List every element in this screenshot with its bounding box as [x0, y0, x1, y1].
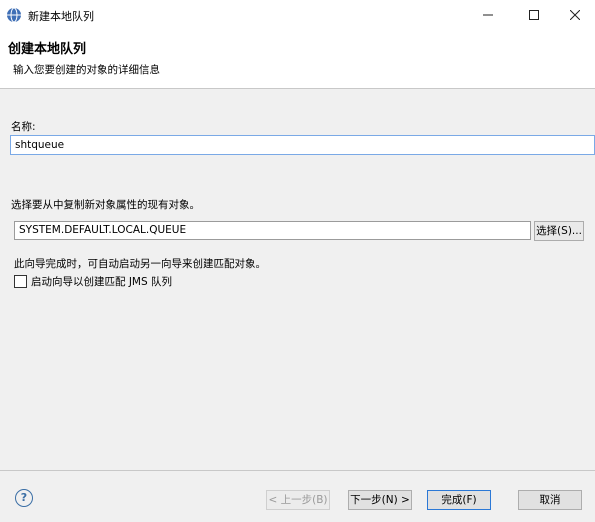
window-title: 新建本地队列	[28, 10, 94, 23]
name-field[interactable]: shtqueue	[10, 135, 595, 155]
name-label: 名称:	[11, 121, 36, 133]
wizard-header: 创建本地队列 输入您要创建的对象的详细信息	[0, 30, 595, 89]
mq-globe-icon	[7, 7, 21, 23]
close-icon	[570, 10, 580, 20]
dialog-window: 新建本地队列 创建本地队列 输入您要创建的对象的详细信息 名称: shtqueu…	[0, 0, 595, 522]
finish-button[interactable]: 完成(F)	[427, 490, 491, 510]
wizard-footer: ? < 上一步(B) 下一步(N) > 完成(F) 取消	[0, 470, 595, 522]
back-button[interactable]: < 上一步(B)	[266, 490, 330, 510]
jms-queue-checkbox-label: 启动向导以创建匹配 JMS 队列	[31, 276, 172, 288]
wizard-hint: 此向导完成时，可自动启动另一向导来创建匹配对象。	[14, 258, 266, 270]
maximize-icon	[529, 10, 539, 20]
minimize-button[interactable]	[466, 0, 510, 30]
jms-queue-checkbox[interactable]	[14, 275, 27, 288]
help-icon[interactable]: ?	[15, 489, 33, 507]
page-title: 创建本地队列	[8, 42, 87, 57]
copy-object-field[interactable]: SYSTEM.DEFAULT.LOCAL.QUEUE	[14, 221, 531, 240]
minimize-icon	[483, 14, 493, 16]
jms-queue-option[interactable]: 启动向导以创建匹配 JMS 队列	[14, 274, 172, 289]
maximize-button[interactable]	[512, 0, 556, 30]
cancel-button[interactable]: 取消	[518, 490, 582, 510]
close-button[interactable]	[553, 0, 595, 30]
select-button[interactable]: 选择(S)...	[534, 221, 584, 241]
copy-object-label: 选择要从中复制新对象属性的现有对象。	[11, 199, 200, 211]
next-button[interactable]: 下一步(N) >	[348, 490, 412, 510]
title-bar: 新建本地队列	[0, 0, 595, 30]
page-description: 输入您要创建的对象的详细信息	[13, 64, 160, 76]
